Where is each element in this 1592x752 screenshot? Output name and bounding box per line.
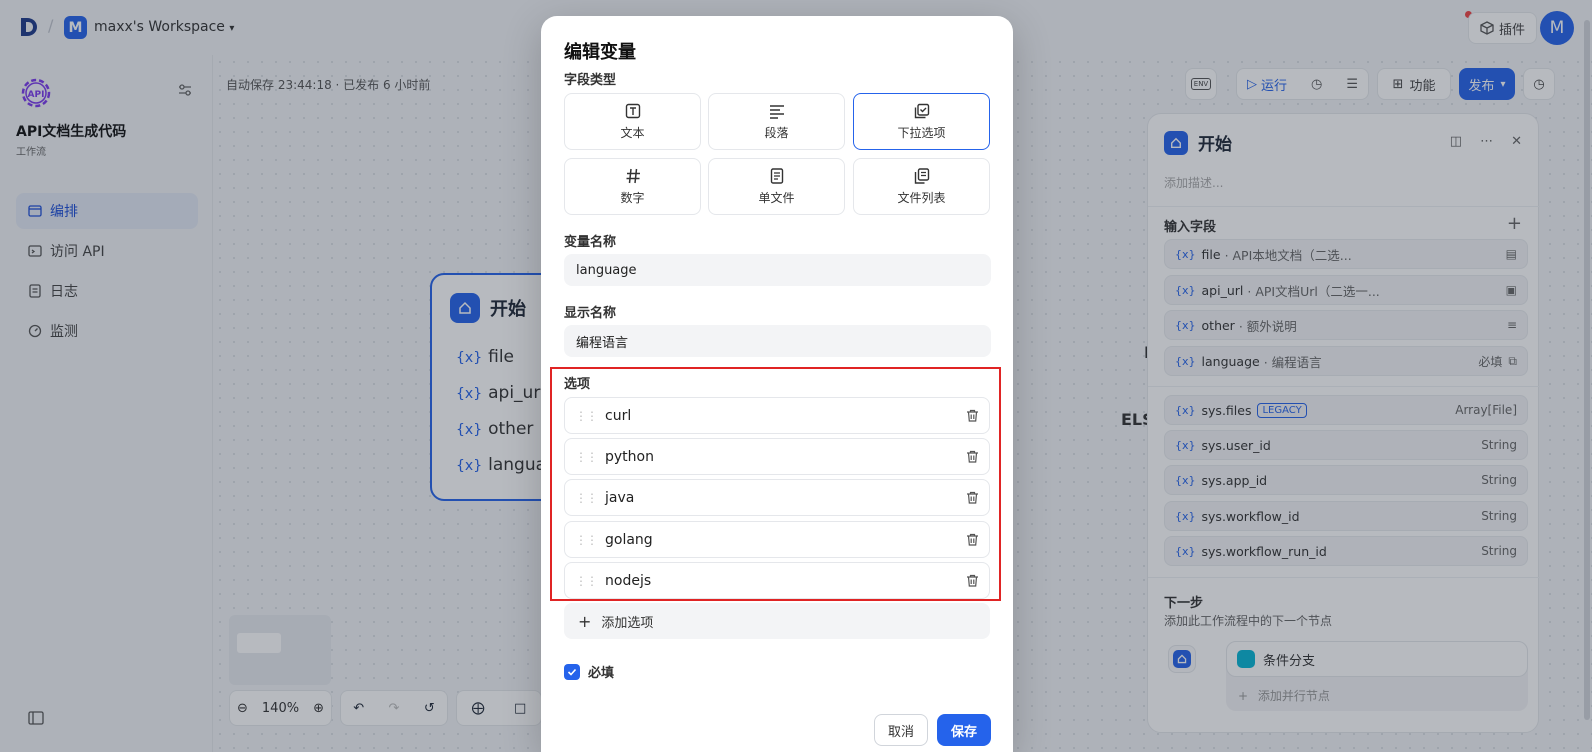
- option-value[interactable]: nodejs: [605, 573, 966, 589]
- check-icon: [567, 668, 577, 676]
- option-row[interactable]: ⋮⋮ curl: [564, 397, 990, 434]
- display-name-input[interactable]: [564, 325, 991, 357]
- required-checkbox-row[interactable]: 必填: [564, 662, 614, 681]
- trash-icon[interactable]: [966, 409, 979, 422]
- add-option-label: 添加选项: [601, 615, 654, 631]
- paragraph-icon: [769, 104, 784, 119]
- drag-handle-icon[interactable]: ⋮⋮: [575, 533, 598, 547]
- plus-icon: +: [578, 611, 592, 631]
- trash-icon[interactable]: [966, 450, 979, 463]
- type-option-file-list[interactable]: 文件列表: [853, 158, 990, 215]
- option-value[interactable]: golang: [605, 532, 966, 548]
- type-label: 段落: [764, 125, 789, 140]
- type-label: 文件列表: [897, 190, 946, 205]
- option-value[interactable]: java: [605, 490, 966, 506]
- type-label: 数字: [620, 190, 645, 205]
- type-option-number[interactable]: 数字: [564, 158, 701, 215]
- trash-icon[interactable]: [966, 533, 979, 546]
- field-type-label: 字段类型: [564, 73, 617, 88]
- drag-handle-icon[interactable]: ⋮⋮: [575, 574, 598, 588]
- required-label: 必填: [588, 666, 615, 681]
- option-row[interactable]: ⋮⋮ golang: [564, 521, 990, 558]
- options-label: 选项: [564, 377, 591, 392]
- display-name-label: 显示名称: [564, 306, 617, 321]
- drag-handle-icon[interactable]: ⋮⋮: [575, 491, 598, 505]
- select-icon: [914, 103, 929, 118]
- save-button[interactable]: 保存: [937, 714, 991, 746]
- trash-icon[interactable]: [966, 574, 979, 587]
- text-icon: [625, 103, 640, 118]
- type-label: 下拉选项: [897, 125, 946, 140]
- type-option-paragraph[interactable]: 段落: [708, 93, 845, 150]
- type-label: 单文件: [758, 190, 795, 205]
- file-icon: [770, 167, 783, 184]
- option-row[interactable]: ⋮⋮ java: [564, 479, 990, 516]
- option-value[interactable]: curl: [605, 408, 966, 424]
- trash-icon[interactable]: [966, 491, 979, 504]
- edit-variable-modal: 编辑变量 字段类型 文本 段落 下拉选项 数字 单文件 文件列表 变量名称 显示…: [541, 16, 1013, 752]
- required-checkbox[interactable]: [564, 663, 580, 680]
- hash-icon: [626, 168, 640, 183]
- modal-title: 编辑变量: [564, 42, 636, 63]
- option-row[interactable]: ⋮⋮ nodejs: [564, 562, 990, 599]
- var-name-input[interactable]: [564, 254, 991, 286]
- type-option-select[interactable]: 下拉选项: [853, 93, 990, 150]
- type-option-text[interactable]: 文本: [564, 93, 701, 150]
- cancel-button[interactable]: 取消: [874, 714, 928, 746]
- option-value[interactable]: python: [605, 449, 966, 465]
- drag-handle-icon[interactable]: ⋮⋮: [575, 409, 598, 423]
- type-label: 文本: [620, 125, 645, 140]
- var-name-label: 变量名称: [564, 235, 617, 250]
- drag-handle-icon[interactable]: ⋮⋮: [575, 450, 598, 464]
- option-row[interactable]: ⋮⋮ python: [564, 438, 990, 475]
- type-option-single-file[interactable]: 单文件: [708, 158, 845, 215]
- file-list-icon: [914, 167, 929, 184]
- add-option-button[interactable]: + 添加选项: [564, 603, 990, 639]
